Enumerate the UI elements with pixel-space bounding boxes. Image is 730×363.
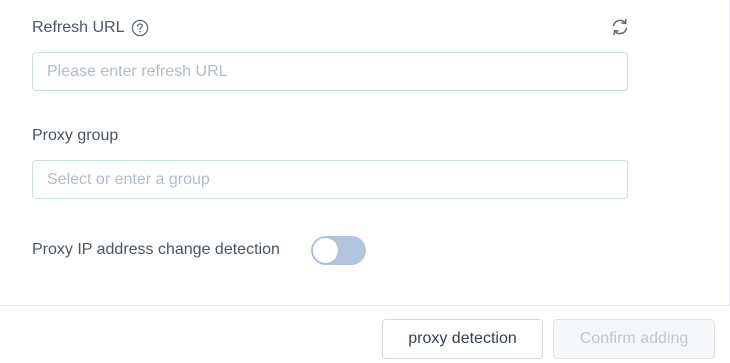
refresh-url-input[interactable]	[32, 52, 628, 91]
refresh-url-label: Refresh URL	[32, 19, 125, 36]
proxy-detection-button[interactable]: proxy detection	[382, 319, 543, 359]
question-circle-icon[interactable]	[131, 19, 149, 37]
confirm-adding-button[interactable]: Confirm adding	[553, 319, 715, 359]
footer-divider	[0, 305, 730, 306]
proxy-group-input[interactable]	[32, 160, 628, 199]
proxy-form: Refresh URL Proxy group Proxy IP address…	[0, 0, 730, 305]
refresh-icon[interactable]	[610, 17, 630, 37]
ip-change-detection-label: Proxy IP address change detection	[32, 241, 280, 258]
toggle-knob	[313, 238, 338, 263]
proxy-group-label: Proxy group	[32, 127, 119, 144]
ip-change-detection-toggle[interactable]	[311, 236, 366, 265]
